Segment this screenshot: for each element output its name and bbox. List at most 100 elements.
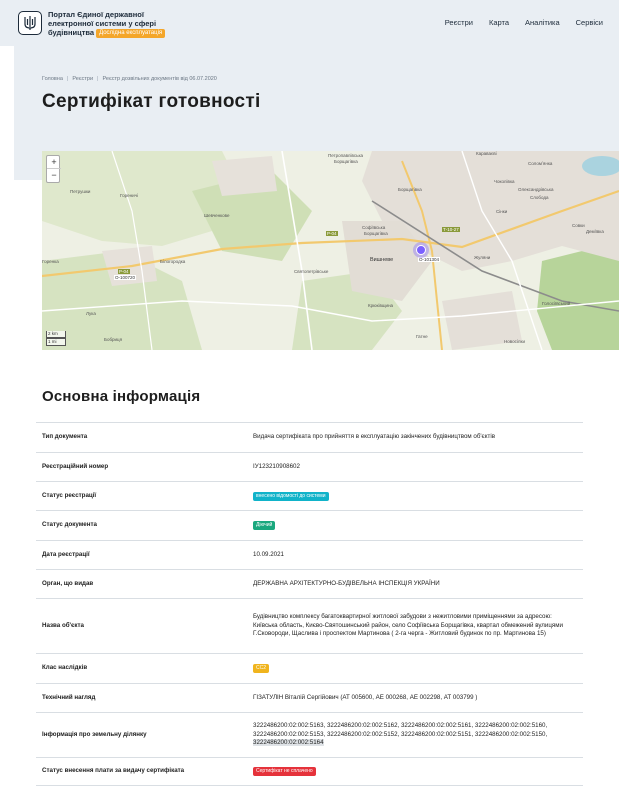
- info-value: Сертифікат не сплачено: [253, 758, 583, 785]
- info-label: Клас наслідків: [42, 664, 88, 672]
- brand-line-2: електронної системи у сфері: [48, 19, 157, 28]
- beta-badge: Дослідна експлуатація: [96, 29, 166, 38]
- info-value: СС2: [253, 654, 583, 683]
- info-value: ДЕРЖАВНА АРХІТЕКТУРНО-БУДІВЕЛЬНА ІНСПЕКЦ…: [253, 579, 440, 587]
- map-label: Чоколівка: [494, 179, 515, 184]
- info-label: Статус документа: [42, 521, 97, 529]
- info-label: Тип документа: [42, 433, 88, 441]
- map-label: Борщагівка: [398, 187, 422, 192]
- top-header: Портал Єдиної державної електронної сист…: [0, 0, 619, 46]
- breadcrumb-separator: |: [97, 76, 99, 82]
- info-row: Статус внесення плати за видачу сертифік…: [36, 757, 583, 786]
- payment-status-badge: Сертифікат не сплачено: [253, 767, 316, 776]
- nav-analytics[interactable]: Аналітика: [525, 18, 560, 27]
- breadcrumb: Головна | Реєстри | Реєстр дозвільних до…: [42, 76, 217, 82]
- breadcrumb-home[interactable]: Головна: [42, 76, 63, 82]
- road-label: Т-10-27: [442, 227, 460, 232]
- map-label: Соломʼянка: [528, 161, 553, 166]
- map-label: Петропавлівська: [328, 153, 364, 158]
- map-scale: 2 km 1 mi: [46, 331, 66, 346]
- info-row: Клас наслідків СС2: [36, 653, 583, 683]
- map-label: Олександрівська: [518, 187, 554, 192]
- map-label: Горенка: [42, 259, 59, 264]
- breadcrumb-registers[interactable]: Реєстри: [72, 76, 93, 82]
- map-label: Борщагівка: [364, 231, 388, 236]
- brand-line-3: будівництва: [48, 28, 95, 37]
- main-nav: Реєстри Карта Аналітика Сервіси: [445, 18, 603, 27]
- info-label: Статус внесення плати за видачу сертифік…: [42, 767, 185, 775]
- info-label: Реєстраційний номер: [42, 462, 109, 470]
- nav-map[interactable]: Карта: [489, 18, 509, 27]
- map-label: Білогородка: [160, 259, 186, 264]
- map-label: Совки: [572, 223, 585, 228]
- info-value: Будівництво комплексу багатоквартирної ж…: [253, 613, 563, 638]
- info-value: 10.09.2021: [253, 550, 284, 558]
- info-value: 3222486200:02:002:5163, 3222486200:02:00…: [253, 713, 583, 757]
- map-label: Софіївська: [362, 225, 386, 230]
- consequence-class-badge: СС2: [253, 664, 270, 673]
- zoom-in-button[interactable]: +: [47, 156, 61, 169]
- info-row: Тип документа Видача сертифіката про при…: [36, 422, 583, 452]
- road-label: P-04: [118, 269, 130, 274]
- scale-km: 2 km: [46, 331, 66, 338]
- info-value: внесено відомості до системи: [253, 482, 583, 510]
- document-status-badge: Діючий: [253, 521, 276, 530]
- info-row: Статус документа Діючий: [36, 510, 583, 540]
- portal-brand[interactable]: Портал Єдиної державної електронної сист…: [48, 10, 168, 38]
- map-label: Шевченкове: [204, 213, 230, 218]
- info-value: Діючий: [253, 511, 583, 540]
- info-value: ІУ123210908602: [253, 462, 300, 470]
- map-label: Жуляни: [474, 255, 491, 260]
- trident-logo-icon[interactable]: [18, 11, 42, 35]
- nav-services[interactable]: Сервіси: [576, 18, 603, 27]
- location-marker-icon[interactable]: [413, 242, 429, 258]
- info-row: Реєстраційний номер ІУ123210908602: [36, 452, 583, 481]
- map-tiles: [42, 151, 619, 350]
- info-label: Дата реєстрації: [42, 550, 90, 558]
- land-plot-highlighted: 3222486200:02:002:5164: [253, 739, 324, 747]
- breadcrumb-separator: |: [66, 76, 69, 82]
- info-label: Технічний нагляд: [42, 693, 96, 701]
- map-label: Гореничі: [120, 193, 138, 198]
- road-label: О-100720: [114, 275, 137, 280]
- map-label: Вишневе: [370, 257, 394, 263]
- road-label: P-04: [326, 231, 338, 236]
- map-label: Слобода: [530, 195, 549, 200]
- map-label: Новосілки: [504, 339, 525, 344]
- map-label: Крюківщина: [368, 303, 394, 308]
- info-table: Тип документа Видача сертифіката про при…: [36, 422, 583, 786]
- info-row: Орган, що видав ДЕРЖАВНА АРХІТЕКТУРНО-БУ…: [36, 569, 583, 598]
- scale-mi: 1 mi: [46, 338, 66, 346]
- map-label: Караваєві: [476, 151, 497, 156]
- map-label: Гатне: [416, 334, 428, 339]
- map-label: Святопетрівське: [294, 269, 329, 274]
- info-value: Видача сертифіката про прийняття в експл…: [253, 433, 495, 441]
- map-label: Борщагівка: [334, 159, 358, 164]
- info-row: Статус реєстрації внесено відомості до с…: [36, 481, 583, 510]
- zoom-out-button[interactable]: −: [47, 169, 61, 182]
- info-value: ГІЗАТУЛІН Віталій Сергійович (АТ 005600,…: [253, 693, 478, 701]
- info-label: Інформація про земельну ділянку: [42, 730, 147, 738]
- map-zoom-control: + −: [46, 155, 61, 183]
- brand-line-1: Портал Єдиної державної: [48, 10, 144, 19]
- nav-registers[interactable]: Реєстри: [445, 18, 473, 27]
- map-label: Лука: [86, 311, 96, 316]
- map-label: Голосіївський: [542, 301, 571, 306]
- info-label: Статус реєстрації: [42, 491, 97, 499]
- info-row: Інформація про земельну ділянку 32224862…: [36, 712, 583, 757]
- land-plot-numbers: 3222486200:02:002:5163, 3222486200:02:00…: [253, 722, 548, 738]
- breadcrumb-current[interactable]: Реєстр дозвільних документів від 06.07.2…: [102, 76, 216, 82]
- info-row: Технічний нагляд ГІЗАТУЛІН Віталій Сергі…: [36, 683, 583, 712]
- map-label: Сінки: [496, 209, 508, 214]
- map-label: Бобриця: [104, 337, 123, 342]
- info-row: Дата реєстрації 10.09.2021: [36, 540, 583, 569]
- info-label: Орган, що видав: [42, 579, 94, 587]
- info-row: Назва об'єкта Будівництво комплексу бага…: [36, 598, 583, 653]
- info-label: Назва об'єкта: [42, 621, 85, 629]
- location-map[interactable]: + − Петрушки Горенка Петропавлівська Бор…: [42, 151, 619, 350]
- map-label: Петрушки: [70, 189, 91, 194]
- hero-left-spacer: [0, 46, 14, 180]
- page-title: Сертифікат готовності: [42, 91, 261, 112]
- registration-status-badge: внесено відомості до системи: [253, 491, 329, 501]
- map-label: Деміївка: [586, 229, 604, 234]
